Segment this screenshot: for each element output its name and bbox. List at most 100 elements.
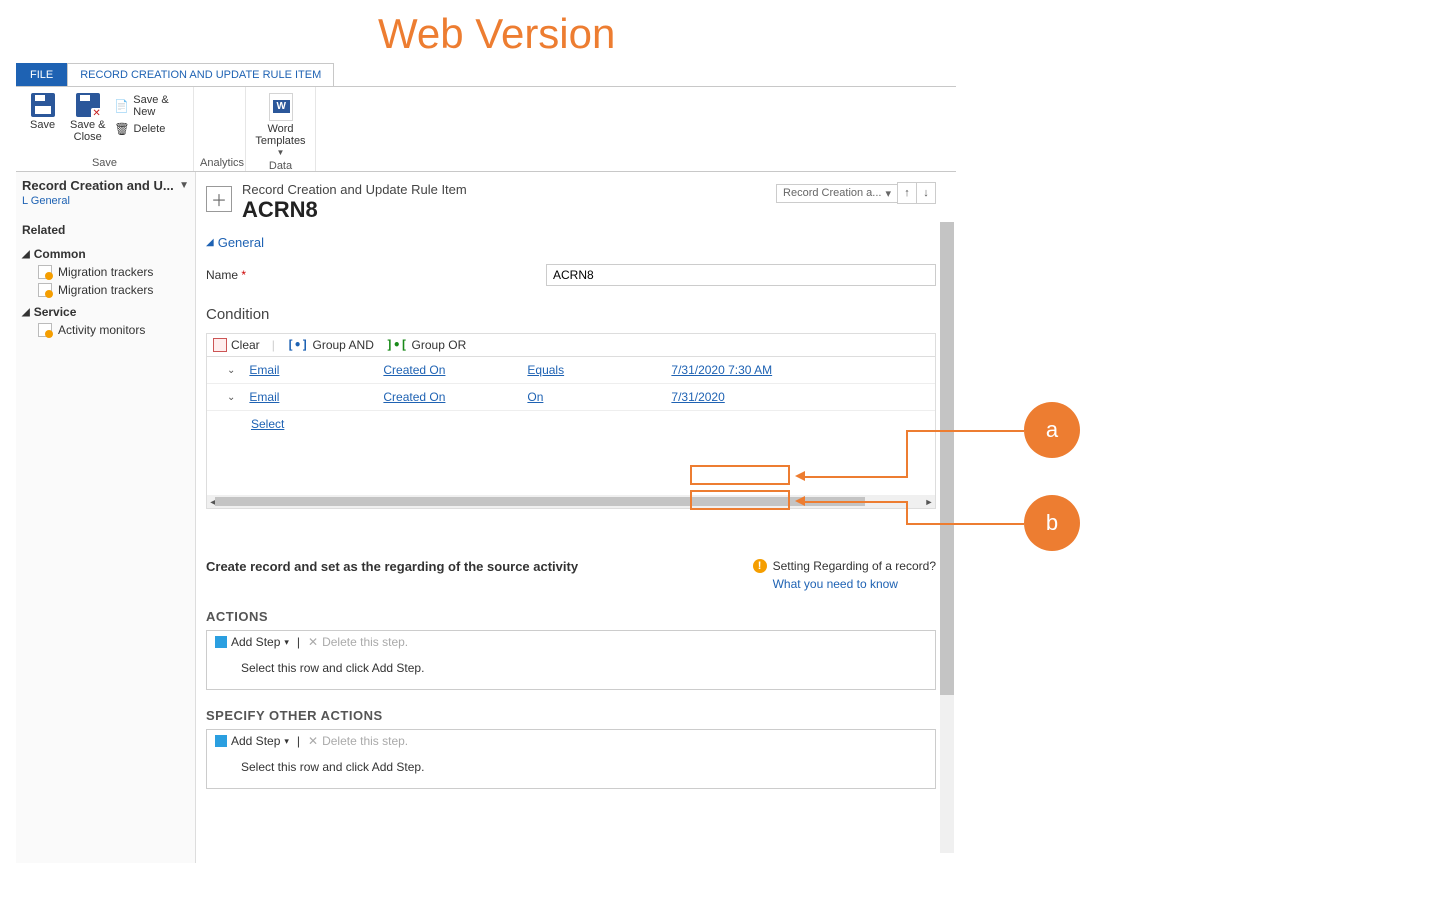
cond-attr-link[interactable]: Created On xyxy=(383,363,445,377)
record-type-label: Record Creation and Update Rule Item xyxy=(242,182,467,197)
word-templates-label: Word Templates xyxy=(255,123,305,147)
name-label: Name * xyxy=(206,268,546,282)
sidebar-item-migration-trackers[interactable]: Migration trackers xyxy=(16,263,195,281)
group-or-icon: ]•[ xyxy=(386,338,408,352)
sidebar-group-label: Common xyxy=(34,247,86,261)
annotation-line xyxy=(906,430,1024,432)
ribbon-group-save: Save Save & Close Save & New Delete xyxy=(16,87,194,171)
delete-label: Delete xyxy=(134,123,166,135)
add-step-icon xyxy=(215,636,227,648)
annotation-highlight-a xyxy=(690,465,790,485)
group-or-label: Group OR xyxy=(412,338,467,352)
delete-button[interactable]: Delete xyxy=(112,121,187,137)
actions-placeholder[interactable]: Select this row and click Add Step. xyxy=(207,653,935,689)
add-step-label: Add Step xyxy=(231,734,280,748)
add-step-icon xyxy=(215,735,227,747)
condition-group-and-button[interactable]: [•]Group AND xyxy=(287,338,374,352)
collapse-icon: ◢ xyxy=(206,237,214,248)
record-nav-up[interactable]: ↑ xyxy=(897,182,917,204)
x-icon: ✕ xyxy=(308,635,318,649)
ribbon: Save Save & Close Save & New Delete xyxy=(16,87,956,172)
caret-icon: ◢ xyxy=(22,307,30,318)
sidebar: Record Creation and U... ▼ L General Rel… xyxy=(16,172,196,863)
cond-op-link[interactable]: On xyxy=(527,390,543,404)
record-nav-down[interactable]: ↓ xyxy=(916,182,936,204)
ribbon-group-data: Word Templates ▼ Data xyxy=(246,87,316,171)
chevron-down-icon: ▾ xyxy=(284,736,289,747)
row-menu-icon[interactable]: ⌄ xyxy=(227,365,235,376)
scrollbar-thumb[interactable] xyxy=(940,222,954,695)
condition-clear-button[interactable]: Clear xyxy=(213,338,260,352)
name-input[interactable] xyxy=(546,264,936,286)
document-icon xyxy=(38,323,52,337)
tab-file[interactable]: FILE xyxy=(16,63,67,86)
section-general-header[interactable]: ◢General xyxy=(206,235,936,250)
cond-attr-link[interactable]: Created On xyxy=(383,390,445,404)
sidebar-group-label: Service xyxy=(34,305,77,319)
x-icon: ✕ xyxy=(308,734,318,748)
save-label: Save xyxy=(30,119,55,131)
delete-step-button: ✕Delete this step. xyxy=(308,635,408,649)
record-nav-label: Record Creation a... xyxy=(783,187,881,199)
save-button[interactable]: Save xyxy=(22,89,63,131)
save-new-button[interactable]: Save & New xyxy=(112,93,187,119)
scroll-right-icon[interactable]: ► xyxy=(923,495,935,508)
add-step-button[interactable]: Add Step▾ xyxy=(215,635,289,649)
chevron-down-icon: ▼ xyxy=(277,149,285,158)
save-new-icon xyxy=(114,99,129,113)
clear-icon xyxy=(213,338,227,352)
create-section-label: Create record and set as the regarding o… xyxy=(206,559,578,574)
annotation-highlight-b xyxy=(690,490,790,510)
app-window: FILE RECORD CREATION AND UPDATE RULE ITE… xyxy=(16,63,956,863)
sidebar-item-label: Activity monitors xyxy=(58,323,145,337)
save-close-label: Save & Close xyxy=(70,119,105,143)
word-templates-button[interactable]: Word Templates ▼ xyxy=(252,89,309,158)
sidebar-item-activity-monitors[interactable]: Activity monitors xyxy=(16,321,195,339)
save-new-label: Save & New xyxy=(133,94,185,118)
separator: | xyxy=(297,734,300,748)
document-icon xyxy=(38,283,52,297)
sidebar-group-common[interactable]: ◢ Common xyxy=(16,241,195,263)
annotation-a-label: a xyxy=(1046,417,1058,443)
record-title: ACRN8 xyxy=(242,197,467,223)
cond-select-link[interactable]: Select xyxy=(251,417,284,431)
cond-entity-link[interactable]: Email xyxy=(249,390,279,404)
other-actions-title: SPECIFY OTHER ACTIONS xyxy=(206,708,936,723)
condition-row: ⌄ Email Created On On 7/31/2020 xyxy=(207,384,935,411)
annotation-title: Web Version xyxy=(378,10,615,58)
cond-entity-link[interactable]: Email xyxy=(249,363,279,377)
tab-record-rule-item[interactable]: RECORD CREATION AND UPDATE RULE ITEM xyxy=(67,63,334,86)
separator: | xyxy=(272,338,275,352)
condition-group-or-button[interactable]: ]•[ Group OR xyxy=(386,338,466,352)
save-close-button[interactable]: Save & Close xyxy=(67,89,108,143)
sidebar-group-service[interactable]: ◢ Service xyxy=(16,299,195,321)
annotation-bubble-a: a xyxy=(1024,402,1080,458)
chevron-down-icon: ▾ xyxy=(284,637,289,648)
info-question: Setting Regarding of a record? xyxy=(773,559,936,573)
sidebar-dropdown-icon[interactable]: ▼ xyxy=(179,180,189,191)
group-and-label: Group AND xyxy=(313,338,374,352)
clear-label: Clear xyxy=(231,338,260,352)
vertical-scrollbar[interactable] xyxy=(940,222,954,853)
floppy-close-icon xyxy=(76,93,100,117)
record-nav-dropdown[interactable]: Record Creation a...▾ xyxy=(776,184,898,203)
ribbon-group-analytics-label: Analytics xyxy=(200,155,239,171)
row-menu-icon[interactable]: ⌄ xyxy=(227,392,235,403)
required-icon: * xyxy=(241,268,246,282)
sidebar-general-link[interactable]: L General xyxy=(16,195,195,213)
sidebar-item-label: Migration trackers xyxy=(58,283,153,297)
other-actions-placeholder[interactable]: Select this row and click Add Step. xyxy=(207,752,935,788)
info-link[interactable]: What you need to know xyxy=(773,577,936,591)
cond-val-link[interactable]: 7/31/2020 xyxy=(671,390,724,404)
condition-row: ⌄ Email Created On Equals 7/31/2020 7:30… xyxy=(207,357,935,384)
delete-step-label: Delete this step. xyxy=(322,734,408,748)
cond-op-link[interactable]: Equals xyxy=(527,363,564,377)
sidebar-item-migration-trackers-2[interactable]: Migration trackers xyxy=(16,281,195,299)
add-step-button[interactable]: Add Step ▾ xyxy=(215,734,289,748)
content-area: ＋ Record Creation and Update Rule Item A… xyxy=(196,172,956,863)
floppy-icon xyxy=(31,93,55,117)
actions-title: ACTIONS xyxy=(206,609,936,624)
caret-icon: ◢ xyxy=(22,249,30,260)
sidebar-title: Record Creation and U... xyxy=(22,178,174,193)
cond-val-link[interactable]: 7/31/2020 7:30 AM xyxy=(671,363,772,377)
